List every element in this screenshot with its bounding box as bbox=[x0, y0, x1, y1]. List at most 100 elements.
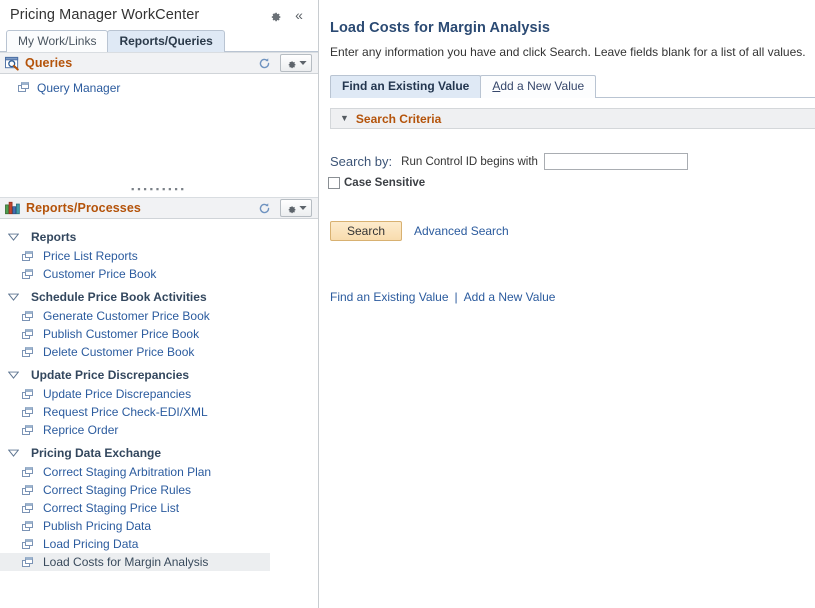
caret-down-icon[interactable] bbox=[6, 368, 20, 382]
tree-leaf-label: Correct Staging Price List bbox=[43, 501, 179, 515]
tree-leaf-label: Reprice Order bbox=[43, 423, 118, 437]
workcenter-header: Pricing Manager WorkCenter « bbox=[0, 0, 318, 30]
tree-leaf-label: Generate Customer Price Book bbox=[43, 309, 210, 323]
window-cascade-icon bbox=[22, 347, 33, 358]
tree-leaf-request-price-check-edi-xml[interactable]: Request Price Check-EDI/XML bbox=[0, 403, 318, 421]
tree-node-label: Pricing Data Exchange bbox=[31, 446, 161, 460]
case-sensitive-label: Case Sensitive bbox=[344, 177, 425, 189]
workcenter-page: Pricing Manager WorkCenter « My Work/Lin… bbox=[0, 0, 815, 608]
queries-magnifier-icon bbox=[5, 56, 20, 71]
window-cascade-icon bbox=[22, 521, 33, 532]
tree-leaf-load-costs-for-margin-analysis[interactable]: Load Costs for Margin Analysis bbox=[0, 553, 270, 571]
advanced-search-link[interactable]: Advanced Search bbox=[414, 224, 509, 238]
window-cascade-icon bbox=[22, 485, 33, 496]
queries-group-header: Queries bbox=[0, 52, 318, 74]
queries-group-title: Queries bbox=[25, 56, 256, 70]
tree-leaf-label: Price List Reports bbox=[43, 249, 138, 263]
main-tabs: Find an Existing Value Add a New Value bbox=[330, 75, 815, 98]
search-button[interactable]: Search bbox=[330, 221, 402, 241]
tree-leaf-customer-price-book[interactable]: Customer Price Book bbox=[0, 265, 318, 283]
tree-leaf-update-price-discrepancies[interactable]: Update Price Discrepancies bbox=[0, 385, 318, 403]
bottom-links-separator: | bbox=[455, 290, 458, 304]
tree-leaf-correct-staging-price-list[interactable]: Correct Staging Price List bbox=[0, 499, 318, 517]
reports-group-header: Reports/Processes bbox=[0, 197, 318, 219]
run-control-id-label: Run Control ID begins with bbox=[401, 156, 538, 168]
main-content: Load Costs for Margin Analysis Enter any… bbox=[319, 0, 815, 608]
search-criteria-header[interactable]: ▼ Search Criteria bbox=[330, 108, 815, 129]
bottom-link-add-a-new-value[interactable]: Add a New Value bbox=[464, 290, 556, 304]
tree-leaf-label: Load Pricing Data bbox=[43, 537, 138, 551]
chevron-down-icon bbox=[299, 60, 307, 66]
queries-tree: Query Manager bbox=[0, 74, 318, 97]
tab-find-an-existing-value[interactable]: Find an Existing Value bbox=[330, 75, 481, 98]
tab-reports-queries[interactable]: Reports/Queries bbox=[107, 30, 224, 52]
bottom-links: Find an Existing Value | Add a New Value bbox=[330, 290, 815, 304]
window-cascade-icon bbox=[22, 329, 33, 340]
triangle-down-icon[interactable]: ▼ bbox=[340, 114, 349, 123]
caret-down-icon[interactable] bbox=[6, 290, 20, 304]
caret-down-icon[interactable] bbox=[6, 230, 20, 244]
window-cascade-icon bbox=[22, 539, 33, 550]
tree-node-reports[interactable]: Reports bbox=[0, 227, 318, 247]
reports-group-title: Reports/Processes bbox=[26, 201, 256, 215]
tree-leaf-delete-customer-price-book[interactable]: Delete Customer Price Book bbox=[0, 343, 318, 361]
tree-leaf-price-list-reports[interactable]: Price List Reports bbox=[0, 247, 318, 265]
queries-group-options-button[interactable] bbox=[280, 54, 312, 72]
workcenter-title: Pricing Manager WorkCenter bbox=[10, 7, 266, 23]
tree-node-pricing-data-exchange[interactable]: Pricing Data Exchange bbox=[0, 443, 318, 463]
tree-leaf-label: Delete Customer Price Book bbox=[43, 345, 194, 359]
window-cascade-icon bbox=[22, 467, 33, 478]
window-cascade-icon bbox=[22, 269, 33, 280]
tree-node-label: Update Price Discrepancies bbox=[31, 368, 189, 382]
tree-node-label: Reports bbox=[31, 230, 76, 244]
sidebar-splitter-handle[interactable]: ▪▪▪▪▪▪▪▪▪ bbox=[0, 184, 318, 195]
tree-leaf-label: Request Price Check-EDI/XML bbox=[43, 405, 208, 419]
tree-leaf-publish-pricing-data[interactable]: Publish Pricing Data bbox=[0, 517, 318, 535]
reports-group-options-button[interactable] bbox=[280, 199, 312, 217]
page-title: Load Costs for Margin Analysis bbox=[330, 20, 815, 36]
workcenter-tabs: My Work/Links Reports/Queries bbox=[0, 30, 318, 52]
search-criteria-label: Search Criteria bbox=[356, 112, 441, 126]
window-cascade-icon bbox=[22, 407, 33, 418]
tree-leaf-label: Update Price Discrepancies bbox=[43, 387, 191, 401]
search-actions-row: Search Advanced Search bbox=[330, 221, 815, 241]
tree-node-label: Schedule Price Book Activities bbox=[31, 290, 207, 304]
window-cascade-icon bbox=[22, 311, 33, 322]
queries-item-query-manager[interactable]: Query Manager bbox=[0, 78, 318, 97]
refresh-icon[interactable] bbox=[256, 55, 272, 71]
window-cascade-icon bbox=[22, 251, 33, 262]
tree-leaf-reprice-order[interactable]: Reprice Order bbox=[0, 421, 318, 439]
run-control-id-input[interactable] bbox=[544, 153, 688, 170]
tree-leaf-correct-staging-price-rules[interactable]: Correct Staging Price Rules bbox=[0, 481, 318, 499]
chevron-down-icon bbox=[299, 205, 307, 211]
refresh-icon[interactable] bbox=[256, 200, 272, 216]
window-cascade-icon bbox=[18, 82, 29, 93]
tab-label-rest: dd a New Value bbox=[500, 79, 584, 93]
window-cascade-icon bbox=[22, 557, 33, 568]
tree-leaf-label: Correct Staging Price Rules bbox=[43, 483, 191, 497]
workcenter-sidebar: Pricing Manager WorkCenter « My Work/Lin… bbox=[0, 0, 319, 608]
reports-processes-tree: Reports Price List Reports Customer Pric… bbox=[0, 219, 318, 571]
tree-node-schedule-price-book-activities[interactable]: Schedule Price Book Activities bbox=[0, 287, 318, 307]
splitter-dots: ▪▪▪▪▪▪▪▪▪ bbox=[131, 185, 187, 194]
tree-leaf-generate-customer-price-book[interactable]: Generate Customer Price Book bbox=[0, 307, 318, 325]
tree-leaf-label: Customer Price Book bbox=[43, 267, 156, 281]
window-cascade-icon bbox=[22, 389, 33, 400]
gear-icon[interactable] bbox=[266, 6, 284, 24]
queries-item-label: Query Manager bbox=[37, 81, 120, 95]
bottom-link-find-an-existing-value[interactable]: Find an Existing Value bbox=[330, 290, 449, 304]
tree-leaf-load-pricing-data[interactable]: Load Pricing Data bbox=[0, 535, 318, 553]
tree-node-update-price-discrepancies[interactable]: Update Price Discrepancies bbox=[0, 365, 318, 385]
tree-leaf-publish-customer-price-book[interactable]: Publish Customer Price Book bbox=[0, 325, 318, 343]
window-cascade-icon bbox=[22, 503, 33, 514]
bar-chart-icon bbox=[5, 201, 21, 215]
case-sensitive-checkbox[interactable] bbox=[328, 177, 340, 189]
caret-down-icon[interactable] bbox=[6, 446, 20, 460]
tree-leaf-label: Publish Customer Price Book bbox=[43, 327, 199, 341]
tree-leaf-correct-staging-arbitration-plan[interactable]: Correct Staging Arbitration Plan bbox=[0, 463, 318, 481]
collapse-left-icon[interactable]: « bbox=[290, 6, 308, 24]
tab-my-work-links[interactable]: My Work/Links bbox=[6, 30, 108, 52]
page-instruction: Enter any information you have and click… bbox=[330, 45, 815, 59]
tab-add-a-new-value[interactable]: Add a New Value bbox=[480, 75, 596, 98]
search-by-row: Search by: Run Control ID begins with bbox=[330, 153, 815, 170]
